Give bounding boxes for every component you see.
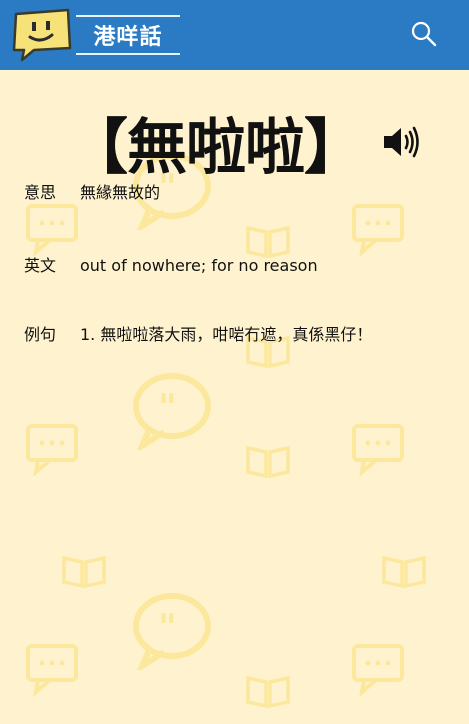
headword-row: 【無啦啦】 <box>68 102 421 183</box>
book-icon <box>62 555 106 589</box>
dots-bubble-icon <box>352 204 404 256</box>
brand-title[interactable]: 港咩話 <box>76 15 180 55</box>
english-label: 英文 <box>24 256 57 275</box>
book-icon <box>382 555 426 589</box>
dots-bubble-icon <box>26 644 78 696</box>
chat-bubble-face-icon[interactable] <box>8 6 74 62</box>
book-icon <box>246 445 290 479</box>
book-icon <box>246 225 290 259</box>
meaning-value: 無緣無故的 <box>80 183 161 202</box>
top-bar: 港咩話 <box>0 0 469 70</box>
quote-bubble-icon: " <box>133 593 211 670</box>
dots-bubble-icon <box>26 204 78 256</box>
speaker-icon[interactable] <box>381 122 421 162</box>
svg-text:": " <box>158 607 177 649</box>
book-icon <box>246 675 290 709</box>
search-icon[interactable] <box>410 20 438 48</box>
english-value: out of nowhere; for no reason <box>80 256 318 275</box>
dots-bubble-icon <box>352 644 404 696</box>
quote-bubble-icon: " <box>133 373 211 450</box>
meaning-label: 意思 <box>24 183 57 202</box>
example-sentence: 1. 無啦啦落大雨，咁啱冇遮，真係黑仔！ <box>80 325 373 344</box>
svg-text:": " <box>158 387 177 429</box>
headword: 【無啦啦】 <box>68 112 364 183</box>
dots-bubble-icon <box>26 424 78 476</box>
example-row: 例句 1. 無啦啦落大雨，咁啱冇遮，真係黑仔！ <box>24 324 454 346</box>
meaning-row: 意思 無緣無故的 <box>24 182 454 204</box>
dots-bubble-icon <box>352 424 404 476</box>
english-row: 英文 out of nowhere; for no reason <box>24 255 454 277</box>
example-label: 例句 <box>24 325 57 344</box>
